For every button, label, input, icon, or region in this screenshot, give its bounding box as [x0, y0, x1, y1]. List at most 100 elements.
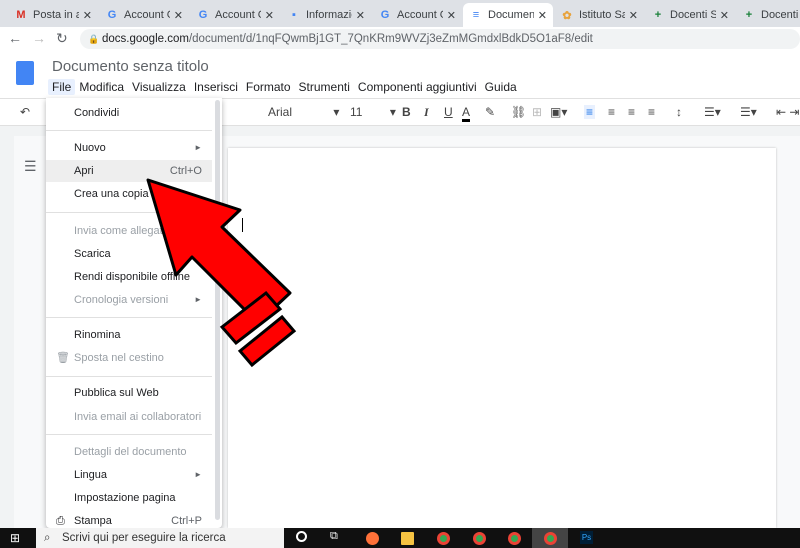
highlight-icon[interactable]: ✎ — [485, 105, 495, 119]
menu-guida[interactable]: Guida — [481, 79, 521, 95]
image-icon[interactable]: ▣▾ — [550, 105, 567, 119]
menu-item-label: Nuovo — [74, 142, 106, 154]
line-spacing-icon[interactable]: ↕ — [676, 105, 682, 119]
italic-icon[interactable]: I — [424, 105, 429, 120]
align-center-icon[interactable]: ≡ — [608, 105, 615, 119]
browser-tab[interactable]: ≡ Documento ✕ — [463, 3, 553, 27]
browser-tab[interactable]: ▪ Informazioni ✕ — [281, 3, 371, 27]
docs-icon: ≡ — [472, 9, 480, 21]
close-tab-icon[interactable]: ✕ — [629, 9, 638, 22]
justify-icon[interactable]: ≡ — [648, 105, 655, 119]
menu-inserisci[interactable]: Inserisci — [190, 79, 242, 95]
close-tab-icon[interactable]: ✕ — [538, 9, 547, 22]
browser-tab[interactable]: ✿ Istituto San ✕ — [554, 3, 644, 27]
browser-tab[interactable]: G Account Google ✕ — [99, 3, 189, 27]
trash-icon: 🗑 — [56, 352, 70, 364]
file-menu-item-impostazione-pagina[interactable]: Impostazione pagina — [46, 487, 212, 509]
font-size-value: 11 — [350, 105, 363, 119]
menu-item-label: Scarica — [74, 248, 111, 260]
undo-icon[interactable]: ↶ — [20, 105, 30, 119]
browser-tab[interactable]: +Docenti San✕ — [736, 3, 800, 27]
font-select[interactable]: Arial ▾ — [268, 105, 339, 119]
tab-title: Account Google — [215, 9, 261, 21]
close-tab-icon[interactable]: ✕ — [720, 9, 729, 22]
file-menu-item-nuovo[interactable]: Nuovo ► — [46, 137, 212, 159]
firefox-icon[interactable] — [366, 532, 379, 545]
comment-icon[interactable]: ⊞ — [532, 105, 542, 119]
submenu-arrow-icon: ► — [194, 470, 202, 479]
menu-formato[interactable]: Formato — [242, 79, 295, 95]
align-left-icon[interactable]: ≡ — [584, 105, 596, 119]
bold-icon[interactable]: B — [402, 105, 411, 119]
file-menu-item-pubblica-sul-web[interactable]: Pubblica sul Web — [46, 382, 212, 404]
google-icon: G — [107, 9, 117, 21]
forward-icon[interactable]: → — [32, 30, 46, 46]
file-menu-item-condividi[interactable]: Condividi — [46, 102, 212, 124]
file-explorer-icon[interactable] — [401, 532, 414, 545]
site-icon: ✿ — [562, 9, 572, 22]
chrome-icon[interactable] — [544, 532, 557, 545]
tab-title: Account Google — [124, 9, 170, 21]
menu-item-label: Condividi — [74, 107, 120, 119]
close-tab-icon[interactable]: ✕ — [174, 9, 183, 22]
browser-tab[interactable]: M Posta in arrivo ✕ — [8, 3, 98, 27]
file-menu-item-lingua[interactable]: Lingua ► — [46, 464, 212, 486]
photoshop-icon[interactable]: Ps — [580, 531, 593, 544]
search-icon: ⌕ — [44, 532, 51, 544]
url-host: docs.google.com — [102, 33, 189, 45]
menu-strumenti[interactable]: Strumenti — [295, 79, 354, 95]
menu-visualizza[interactable]: Visualizza — [128, 79, 190, 95]
menu-file[interactable]: File — [48, 79, 76, 95]
taskbar-search[interactable]: ⌕ Scrivi qui per eseguire la ricerca — [36, 528, 284, 548]
menu-item-label: Apri — [74, 165, 94, 177]
chrome-icon[interactable] — [473, 532, 486, 545]
document-page[interactable] — [228, 148, 776, 528]
tab-title: Informazioni — [306, 9, 352, 21]
underline-icon[interactable]: U — [444, 105, 453, 119]
tab-title: Docenti San — [761, 9, 800, 21]
font-value: Arial — [268, 105, 293, 119]
close-tab-icon[interactable]: ✕ — [83, 9, 92, 22]
font-size-select[interactable]: 11 ▾ — [350, 105, 396, 119]
chrome-icon[interactable] — [437, 532, 450, 545]
menu-separator — [46, 434, 212, 435]
outline-icon[interactable]: ☰ — [24, 158, 37, 175]
reload-icon[interactable]: ↻ — [56, 30, 68, 47]
chrome-icon[interactable] — [508, 532, 521, 545]
gmail-icon: M — [16, 9, 26, 21]
task-view-icon[interactable]: ⧉ — [330, 530, 338, 543]
browser-tab[interactable]: G Account Google ✕ — [190, 3, 280, 27]
address-bar-row: ← → ↻ 🔒 docs.google.com/document/d/1nqFQw… — [0, 27, 800, 51]
file-menu-item-dettagli-del-documento: Dettagli del documento — [46, 441, 212, 463]
vertical-ruler[interactable] — [0, 136, 14, 528]
file-menu-item-invia-email-ai-collaboratori: Invia email ai collaboratori — [46, 406, 212, 428]
tab-title: Posta in arrivo — [33, 9, 79, 21]
menu-modifica[interactable]: Modifica — [75, 79, 128, 95]
close-tab-icon[interactable]: ✕ — [447, 9, 456, 22]
menu-item-label: Impostazione pagina — [74, 492, 176, 504]
close-tab-icon[interactable]: ✕ — [356, 9, 365, 22]
menu-item-label: Dettagli del documento — [74, 446, 187, 458]
tab-title: Documento — [488, 9, 534, 21]
align-right-icon[interactable]: ≡ — [628, 105, 635, 119]
menu-item-label: Pubblica sul Web — [74, 387, 159, 399]
indent-icon[interactable]: ⇤ ⇥ — [776, 105, 799, 119]
close-tab-icon[interactable]: ✕ — [265, 9, 274, 22]
cortana-icon[interactable] — [296, 531, 307, 542]
windows-start-icon[interactable]: ⊞ — [10, 531, 20, 545]
url-field[interactable]: 🔒 docs.google.com/document/d/1nqFQwmBj1GT… — [80, 29, 800, 49]
bulleted-list-icon[interactable]: ☰▾ — [740, 105, 757, 119]
docs-logo-icon[interactable] — [16, 61, 34, 85]
google-icon: G — [380, 9, 390, 21]
browser-tab[interactable]: +Docenti San✕ — [645, 3, 735, 27]
browser-tab[interactable]: G Account Google ✕ — [372, 3, 462, 27]
text-color-icon[interactable]: A — [462, 105, 471, 122]
sheets-icon: + — [745, 9, 753, 21]
back-icon[interactable]: ← — [8, 30, 22, 46]
numbered-list-icon[interactable]: ☰▾ — [704, 105, 721, 119]
menu-componenti-aggiuntivi[interactable]: Componenti aggiuntivi — [354, 79, 481, 95]
link-icon[interactable]: ⛓ — [511, 105, 526, 119]
menu-item-label: Invia email ai collaboratori — [74, 411, 202, 423]
document-title[interactable]: Documento senza titolo — [52, 58, 209, 75]
tab-strip: M Posta in arrivo ✕ G Account Google ✕ G Accoun… — [0, 0, 800, 27]
